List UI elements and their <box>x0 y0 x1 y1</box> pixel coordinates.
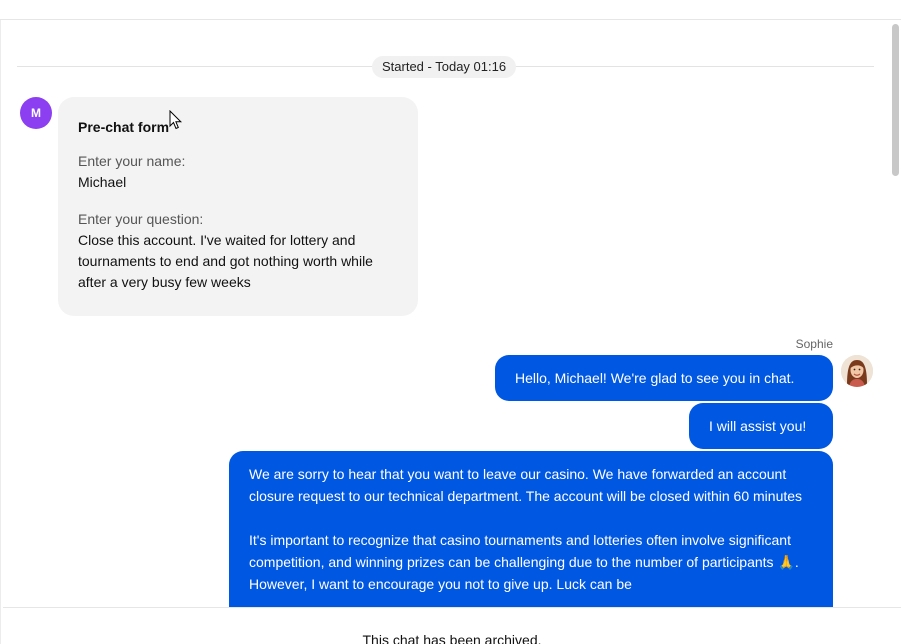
prechat-form-card: Pre-chat form Enter your name: Michael E… <box>58 97 418 316</box>
customer-avatar: M <box>20 97 52 129</box>
started-label: Started - Today 01:16 <box>372 56 517 78</box>
prechat-title: Pre-chat form <box>78 119 170 135</box>
chat-transcript[interactable]: Started - Today 01:16 M Pre-chat form En… <box>3 21 889 607</box>
agent-name: Sophie <box>795 337 833 351</box>
agent-avatar <box>841 355 873 387</box>
agent-message-long: We are sorry to hear that you want to le… <box>229 451 833 607</box>
customer-initial: M <box>31 106 41 120</box>
name-label: Enter your name: <box>78 153 186 169</box>
top-bar <box>0 0 901 20</box>
long-message-para1: We are sorry to hear that you want to le… <box>249 466 803 504</box>
agent-message-greeting: Hello, Michael! We're glad to see you in… <box>495 355 833 401</box>
agent-message-assist: I will assist you! <box>689 403 833 449</box>
chat-scrollbar[interactable] <box>889 21 901 607</box>
name-value: Michael <box>78 174 127 190</box>
question-value: Close this account. I've waited for lott… <box>78 232 373 290</box>
chat-footer: This chat has been archived. <box>3 607 901 644</box>
long-message-para2: It's important to recognize that casino … <box>249 532 799 592</box>
question-label: Enter your question: <box>78 211 204 227</box>
archived-notice: This chat has been archived. <box>362 632 542 644</box>
scrollbar-thumb[interactable] <box>892 24 899 176</box>
mouse-cursor-icon <box>169 110 183 130</box>
